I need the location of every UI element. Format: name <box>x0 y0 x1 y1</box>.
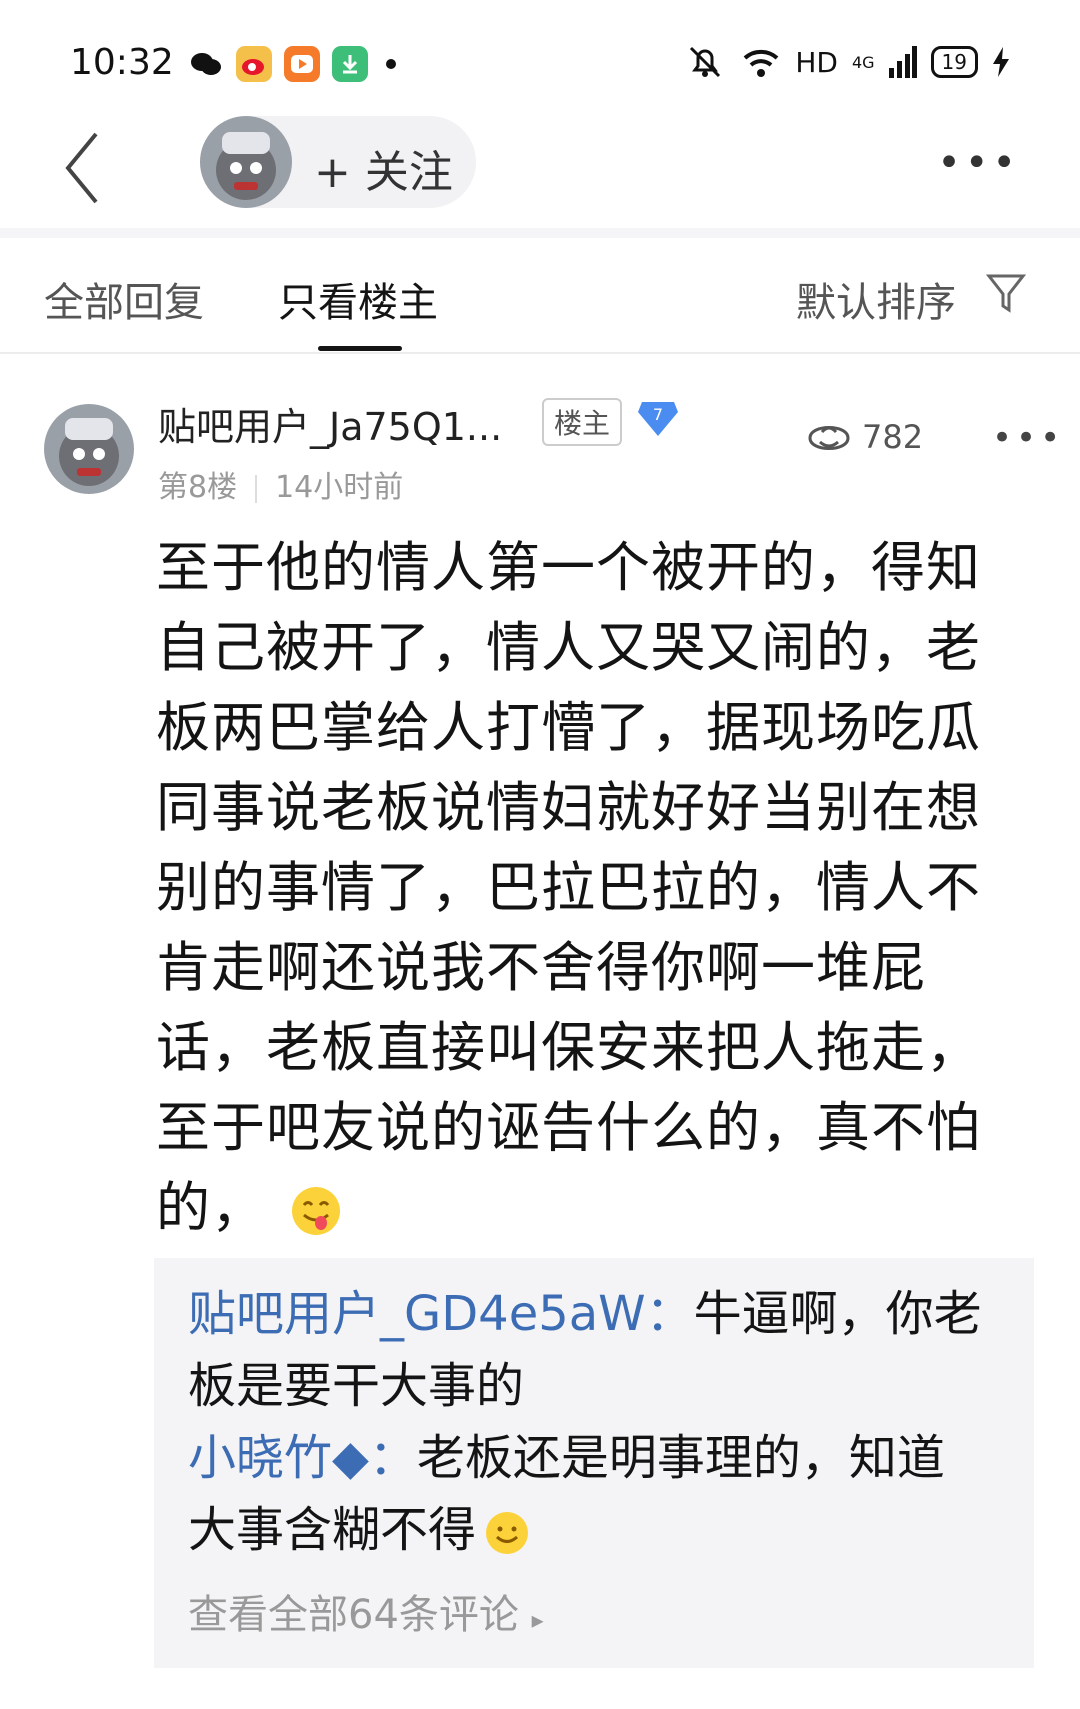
post-author-avatar[interactable] <box>44 404 134 494</box>
level-number: 7 <box>653 405 663 424</box>
post-content: 至于他的情人第一个被开的，得知自己被开了，情人又哭又闹的，老板两巴掌给人打懵了，… <box>156 528 996 1248</box>
status-time: 10:32 <box>70 42 174 83</box>
author-avatar[interactable] <box>200 116 292 208</box>
view-all-label: 查看全部64条评论 <box>188 1592 519 1638</box>
header-divider <box>0 228 1080 238</box>
chevron-right-icon: ▸ <box>531 1606 544 1634</box>
signal-icon <box>888 46 917 78</box>
post-username[interactable]: 贴吧用户_Ja75Q1... <box>158 396 502 451</box>
reply-item[interactable]: 小晓竹◆：老板还是明事理的，知道大事含糊不得 <box>188 1422 988 1566</box>
more-options-button[interactable]: ••• <box>937 140 1020 186</box>
wechat-icon <box>188 46 224 82</box>
replies-preview[interactable]: 贴吧用户_GD4e5aW：牛逼啊，你老板是要干大事的 小晓竹◆：老板还是明事理的… <box>154 1258 1034 1668</box>
more-notifications-dot <box>386 59 396 69</box>
notification-icons <box>188 46 396 82</box>
wifi-icon <box>744 49 779 77</box>
post-time: 14小时前 <box>275 470 404 505</box>
reply-item[interactable]: 贴吧用户_GD4e5aW：牛逼啊，你老板是要干大事的 <box>188 1278 988 1422</box>
reply-author[interactable]: 贴吧用户_GD4e5aW： <box>188 1286 694 1342</box>
status-bar: 10:32 HD 4G 19 <box>0 0 1080 110</box>
sort-button[interactable]: 默认排序 <box>796 270 956 328</box>
post-text: 至于他的情人第一个被开的，得知自己被开了，情人又哭又闹的，老板两巴掌给人打懵了，… <box>156 536 981 1239</box>
like-count: 782 <box>862 418 924 456</box>
tab-only-op[interactable]: 只看楼主 <box>278 270 438 328</box>
signal-label: 4G <box>851 52 875 72</box>
weibo-icon <box>236 46 272 82</box>
post-meta: 第8楼 14小时前 <box>158 462 403 506</box>
back-icon[interactable] <box>58 128 118 208</box>
tabs-divider <box>0 352 1080 354</box>
network-label: HD <box>795 45 838 79</box>
video-app-icon <box>284 46 320 82</box>
battery-level: 19 <box>930 46 978 78</box>
system-indicators: HD 4G 19 <box>683 44 1010 80</box>
meta-separator <box>255 474 258 503</box>
active-tab-indicator <box>318 346 402 351</box>
tongue-emoji-icon <box>292 1187 340 1236</box>
tab-all-replies[interactable]: 全部回复 <box>44 270 204 328</box>
smile-emoji-icon <box>486 1512 529 1554</box>
view-all-comments-link[interactable]: 查看全部64条评论 ▸ <box>188 1582 544 1640</box>
filter-icon[interactable] <box>986 272 1026 316</box>
like-icon[interactable] <box>804 414 854 460</box>
op-badge: 楼主 <box>542 398 623 446</box>
post-more-button[interactable]: ••• <box>992 418 1064 458</box>
follow-button[interactable]: + 关注 <box>314 136 453 200</box>
level-badge-icon: 7 <box>638 402 678 436</box>
mute-icon <box>690 46 721 78</box>
download-icon <box>332 46 368 82</box>
floor-number: 第8楼 <box>158 470 238 505</box>
reply-author[interactable]: 小晓竹◆： <box>188 1430 417 1486</box>
charging-icon <box>993 47 1009 77</box>
